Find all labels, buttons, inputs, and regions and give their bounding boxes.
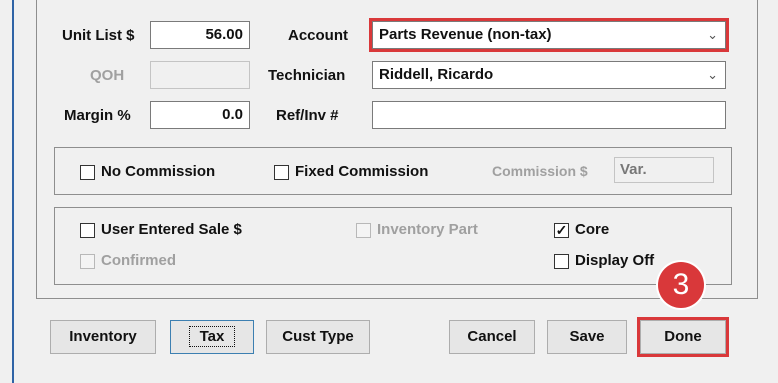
unit-list-label: Unit List $ <box>62 27 135 44</box>
display-off-checkbox[interactable] <box>554 254 569 269</box>
commission-amount-input: Var. <box>614 157 714 183</box>
ref-inv-input[interactable] <box>372 101 726 129</box>
ref-inv-label: Ref/Inv # <box>276 107 339 124</box>
cancel-button[interactable]: Cancel <box>449 320 535 354</box>
account-select[interactable]: Parts Revenue (non-tax) ⌄ <box>369 18 729 52</box>
confirmed-label: Confirmed <box>101 252 176 269</box>
inventory-part-checkbox <box>356 223 371 238</box>
technician-label: Technician <box>268 67 346 84</box>
margin-input[interactable]: 0.0 <box>150 101 250 129</box>
step-number-badge: 3 <box>658 262 704 308</box>
account-value: Parts Revenue (non-tax) <box>379 26 552 43</box>
account-label: Account <box>288 27 348 44</box>
inventory-button[interactable]: Inventory <box>50 320 156 354</box>
no-commission-checkbox[interactable] <box>80 165 95 180</box>
chevron-down-icon: ⌄ <box>707 27 718 42</box>
no-commission-label[interactable]: No Commission <box>101 163 215 181</box>
done-button[interactable]: Done <box>637 317 729 357</box>
technician-select[interactable]: Riddell, Ricardo ⌄ <box>372 61 726 89</box>
fixed-commission-checkbox[interactable] <box>274 165 289 180</box>
core-label[interactable]: Core <box>575 221 609 239</box>
tax-button-label: Tax <box>188 326 236 347</box>
fixed-commission-label[interactable]: Fixed Commission <box>295 163 428 181</box>
chevron-down-icon: ⌄ <box>707 67 718 82</box>
commission-amount-label: Commission $ <box>492 163 588 179</box>
technician-value: Riddell, Ricardo <box>379 66 494 83</box>
qoh-input <box>150 61 250 89</box>
options-group <box>54 207 732 285</box>
margin-label: Margin % <box>64 107 131 124</box>
save-button[interactable]: Save <box>547 320 627 354</box>
core-checkbox[interactable]: ✓ <box>554 223 569 238</box>
qoh-label: QOH <box>90 67 125 84</box>
unit-list-input[interactable]: 56.00 <box>150 21 250 49</box>
user-entered-sale-label[interactable]: User Entered Sale $ <box>101 221 242 239</box>
tax-button[interactable]: Tax <box>170 320 254 354</box>
confirmed-checkbox <box>80 254 95 269</box>
display-off-label[interactable]: Display Off <box>575 252 654 270</box>
inventory-part-label: Inventory Part <box>377 221 478 238</box>
user-entered-sale-checkbox[interactable] <box>80 223 95 238</box>
cust-type-button[interactable]: Cust Type <box>266 320 370 354</box>
